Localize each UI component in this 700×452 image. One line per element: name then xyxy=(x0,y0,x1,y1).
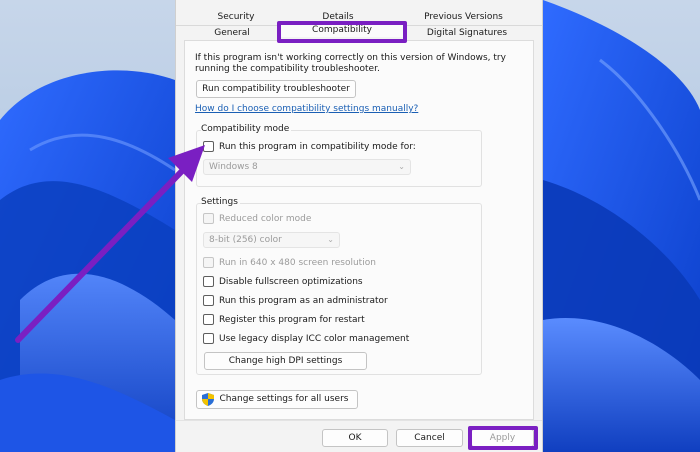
annotation-arrow-icon xyxy=(15,145,205,343)
